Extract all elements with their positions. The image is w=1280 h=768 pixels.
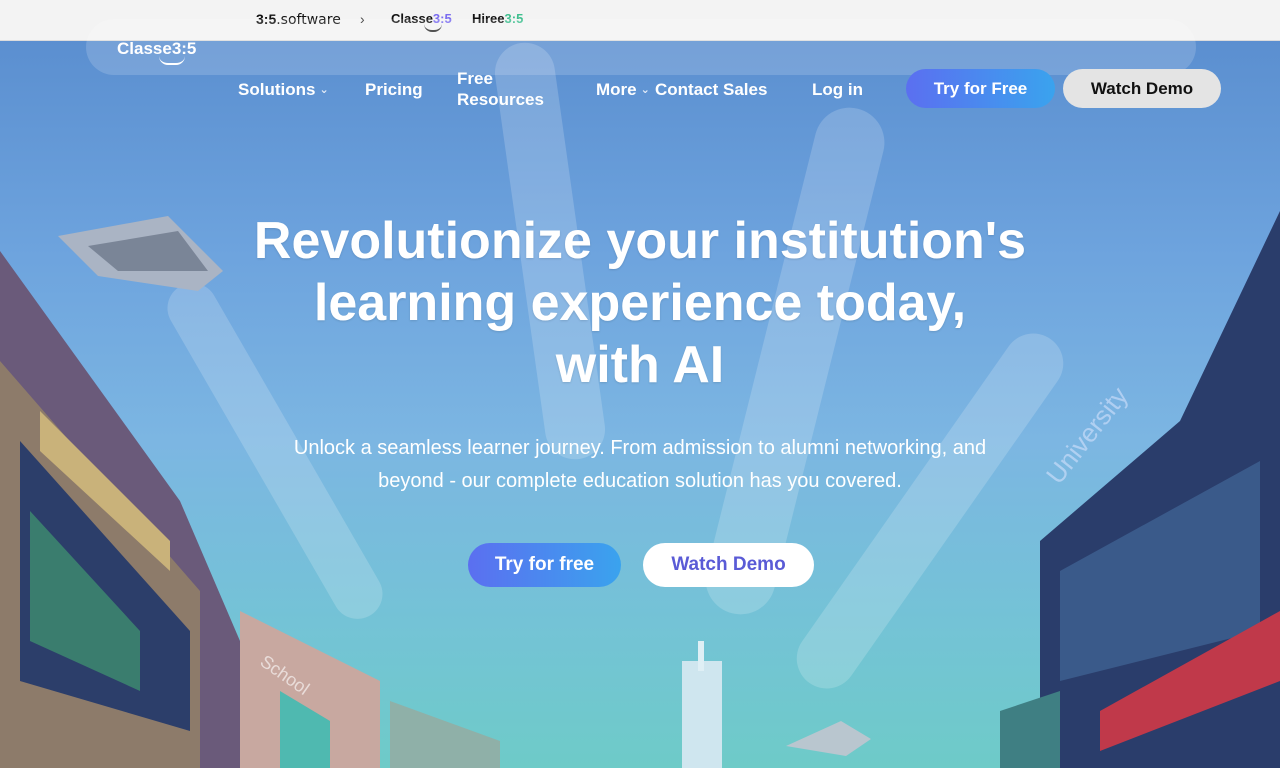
hero-watch-demo-button[interactable]: Watch Demo	[643, 543, 814, 587]
hero-headline-line2: learning experience today,	[313, 274, 967, 332]
nav-free-resources-line1: Free	[457, 69, 493, 88]
nav-more-dropdown[interactable]: More ⌄	[596, 79, 650, 103]
classe35-logo[interactable]: Classe3:5	[117, 39, 196, 65]
nav-pricing-link[interactable]: Pricing	[365, 79, 423, 100]
nav-contact-sales-link[interactable]: Contact Sales	[655, 79, 767, 100]
nav-solutions-dropdown[interactable]: Solutions ⌄	[238, 79, 329, 103]
nav-more-label: More	[596, 80, 637, 99]
hero-subheading-line1: Unlock a seamless learner journey. From …	[293, 437, 987, 459]
hero-section: University School	[0, 41, 1280, 768]
nav-free-resources-link[interactable]: Free Resources	[457, 68, 544, 110]
hero-headline: Revolutionize your institution's learnin…	[190, 210, 1090, 396]
chevron-down-icon: ⌄	[319, 84, 329, 96]
chevron-down-icon: ⌄	[640, 84, 650, 96]
nav-free-resources-line2: Resources	[457, 90, 544, 109]
hero-subheading: Unlock a seamless learner journey. From …	[230, 432, 1050, 498]
small-spaceship-illustration	[786, 721, 871, 756]
hero-try-for-free-button[interactable]: Try for free	[468, 543, 621, 587]
tower-illustration	[682, 641, 722, 768]
nav-login-link[interactable]: Log in	[812, 79, 863, 100]
nav-watch-demo-button[interactable]: Watch Demo	[1063, 69, 1221, 108]
hero-headline-line3: with AI	[555, 336, 725, 394]
nav-solutions-label: Solutions	[238, 80, 316, 99]
nav-try-for-free-button[interactable]: Try for Free	[906, 69, 1055, 108]
school-building-illustration	[240, 611, 500, 768]
hero-headline-line1: Revolutionize your institution's	[253, 212, 1027, 270]
hero-subheading-line2: beyond - our complete education solution…	[378, 470, 902, 492]
main-navigation	[86, 19, 1196, 75]
